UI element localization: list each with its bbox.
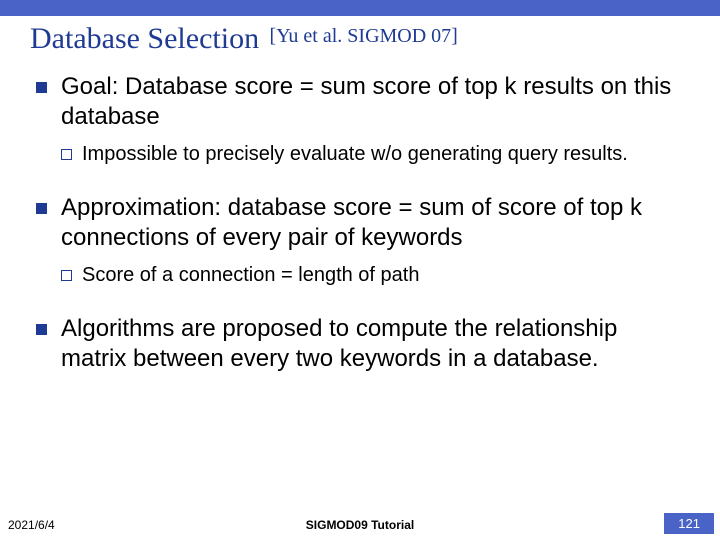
square-bullet-icon bbox=[36, 82, 47, 93]
square-bullet-icon bbox=[36, 324, 47, 335]
title-area: Database Selection [Yu et al. SIGMOD 07] bbox=[0, 16, 720, 72]
bullet-text: Algorithms are proposed to compute the r… bbox=[61, 315, 617, 372]
bullet-text: Approximation: database score = sum of s… bbox=[61, 194, 642, 251]
footer-center: SIGMOD09 Tutorial bbox=[0, 518, 720, 532]
sub-bullet-text: Impossible to precisely evaluate w/o gen… bbox=[82, 142, 628, 167]
sub-bullet-item: Score of a connection = length of path bbox=[61, 263, 684, 288]
accent-bar bbox=[0, 0, 720, 16]
slide-title: Database Selection bbox=[30, 22, 259, 55]
bullet-item: Algorithms are proposed to compute the r… bbox=[36, 314, 684, 374]
slide-citation: [Yu et al. SIGMOD 07] bbox=[270, 25, 458, 47]
sub-bullet-item: Impossible to precisely evaluate w/o gen… bbox=[61, 142, 684, 167]
slide-body: Goal: Database score = sum score of top … bbox=[0, 72, 720, 374]
slide-number-badge: 121 bbox=[664, 513, 714, 534]
slide-footer: 2021/6/4 SIGMOD09 Tutorial 121 bbox=[0, 512, 720, 534]
bullet-item: Approximation: database score = sum of s… bbox=[36, 193, 684, 288]
hollow-square-bullet-icon bbox=[61, 270, 72, 281]
square-bullet-icon bbox=[36, 203, 47, 214]
sub-bullet-text: Score of a connection = length of path bbox=[82, 263, 419, 288]
bullet-text: Goal: Database score = sum score of top … bbox=[61, 73, 671, 130]
hollow-square-bullet-icon bbox=[61, 149, 72, 160]
bullet-item: Goal: Database score = sum score of top … bbox=[36, 72, 684, 167]
